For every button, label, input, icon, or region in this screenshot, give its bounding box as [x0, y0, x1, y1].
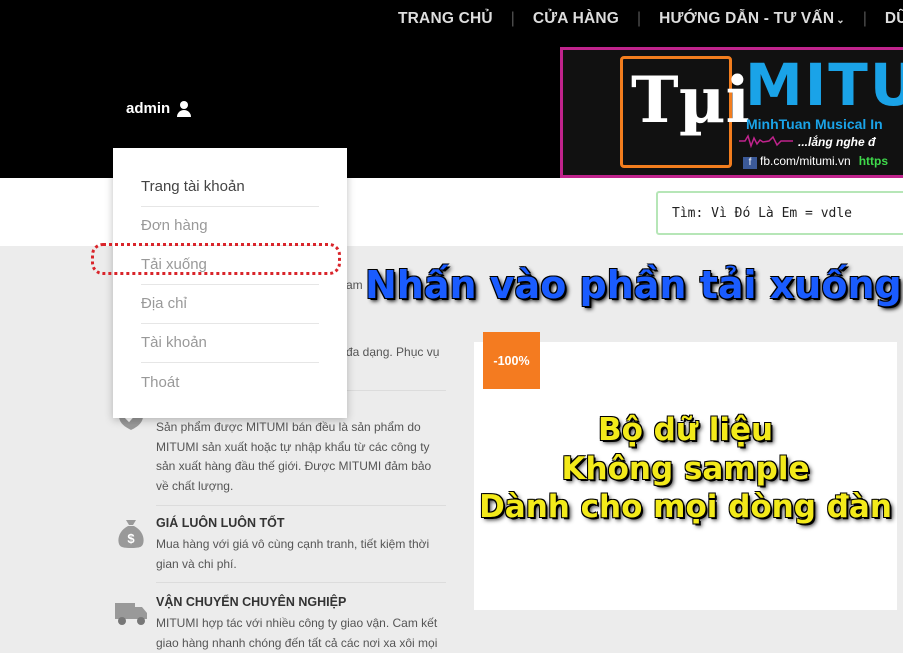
feature-divider	[156, 505, 446, 506]
nav-guide-label: HƯỚNG DẪN - TƯ VẤN	[659, 10, 835, 27]
product-text-line: Dành cho mọi dòng đàn	[479, 489, 892, 525]
menu-item-account-page[interactable]: Trang tài khoản	[141, 167, 319, 207]
logo: Tµi	[620, 56, 750, 168]
brand-slogan: ...lắng nghe đ	[798, 135, 876, 149]
svg-text:$: $	[127, 531, 135, 546]
menu-item-orders[interactable]: Đơn hàng	[141, 206, 319, 246]
brand-name: MITUM	[745, 51, 903, 119]
feature-title: GIÁ LUÔN LUÔN TỐT	[156, 516, 285, 530]
logo-text: Tµi	[631, 63, 750, 138]
menu-item-logout[interactable]: Thoát	[141, 363, 319, 402]
brand-banner[interactable]: Tµi MITUM MinhTuan Musical In ...lắng ng…	[560, 47, 903, 178]
account-username: admin	[126, 100, 171, 117]
truck-icon	[115, 603, 147, 625]
nav-guide[interactable]: HƯỚNG DẪN - TƯ VẤN ⌄	[641, 10, 863, 28]
menu-item-addresses[interactable]: Địa chỉ	[141, 284, 319, 324]
feature-title: VẬN CHUYỂN CHUYÊN NGHIỆP	[156, 595, 347, 609]
product-text-line: Không sample	[561, 451, 810, 487]
product-text-line: Bộ dữ liệu	[597, 412, 774, 448]
facebook-link: fb.com/mitumi.vn	[760, 154, 851, 168]
background-text-fragment: am	[346, 278, 363, 292]
nav-data[interactable]: DỮ L	[867, 10, 903, 28]
account-dropdown-menu: Trang tài khoản Đơn hàng Tải xuống Địa c…	[113, 148, 347, 418]
feature-description: MITUMI hợp tác với nhiều công ty giao vậ…	[156, 616, 438, 650]
chevron-down-icon: ⌄	[836, 15, 845, 26]
feature-description: Mua hàng với giá vô cùng cạnh tranh, tiế…	[156, 537, 430, 571]
discount-badge: -100%	[483, 332, 540, 389]
annotation-text: Nhấn vào phần tải xuống	[365, 263, 902, 307]
downloads-highlight-marker	[91, 243, 341, 275]
search-input[interactable]: Tìm: Vì Đó Là Em = vdle	[656, 191, 903, 235]
feature-divider	[156, 582, 446, 583]
user-icon	[176, 100, 192, 117]
website-link: https	[858, 154, 889, 168]
sound-wave-icon	[739, 134, 793, 148]
main-nav: TRANG CHỦ | CỬA HÀNG | HƯỚNG DẪN - TƯ VẤ…	[380, 10, 903, 28]
account-menu-trigger[interactable]: admin	[126, 100, 192, 117]
feature-description: Sản phẩm được MITUMI bán đều là sản phẩm…	[156, 420, 432, 493]
brand-contact: f fb.com/mitumi.vn https	[743, 154, 888, 169]
facebook-icon: f	[743, 157, 757, 169]
nav-home[interactable]: TRANG CHỦ	[380, 10, 511, 28]
brand-subtitle: MinhTuan Musical In	[746, 116, 883, 132]
menu-item-account-details[interactable]: Tài khoản	[141, 323, 319, 363]
nav-shop[interactable]: CỬA HÀNG	[515, 10, 637, 28]
money-bag-icon: $	[118, 520, 144, 548]
background-text-fragment: đa dạng. Phục vụ	[346, 345, 440, 359]
